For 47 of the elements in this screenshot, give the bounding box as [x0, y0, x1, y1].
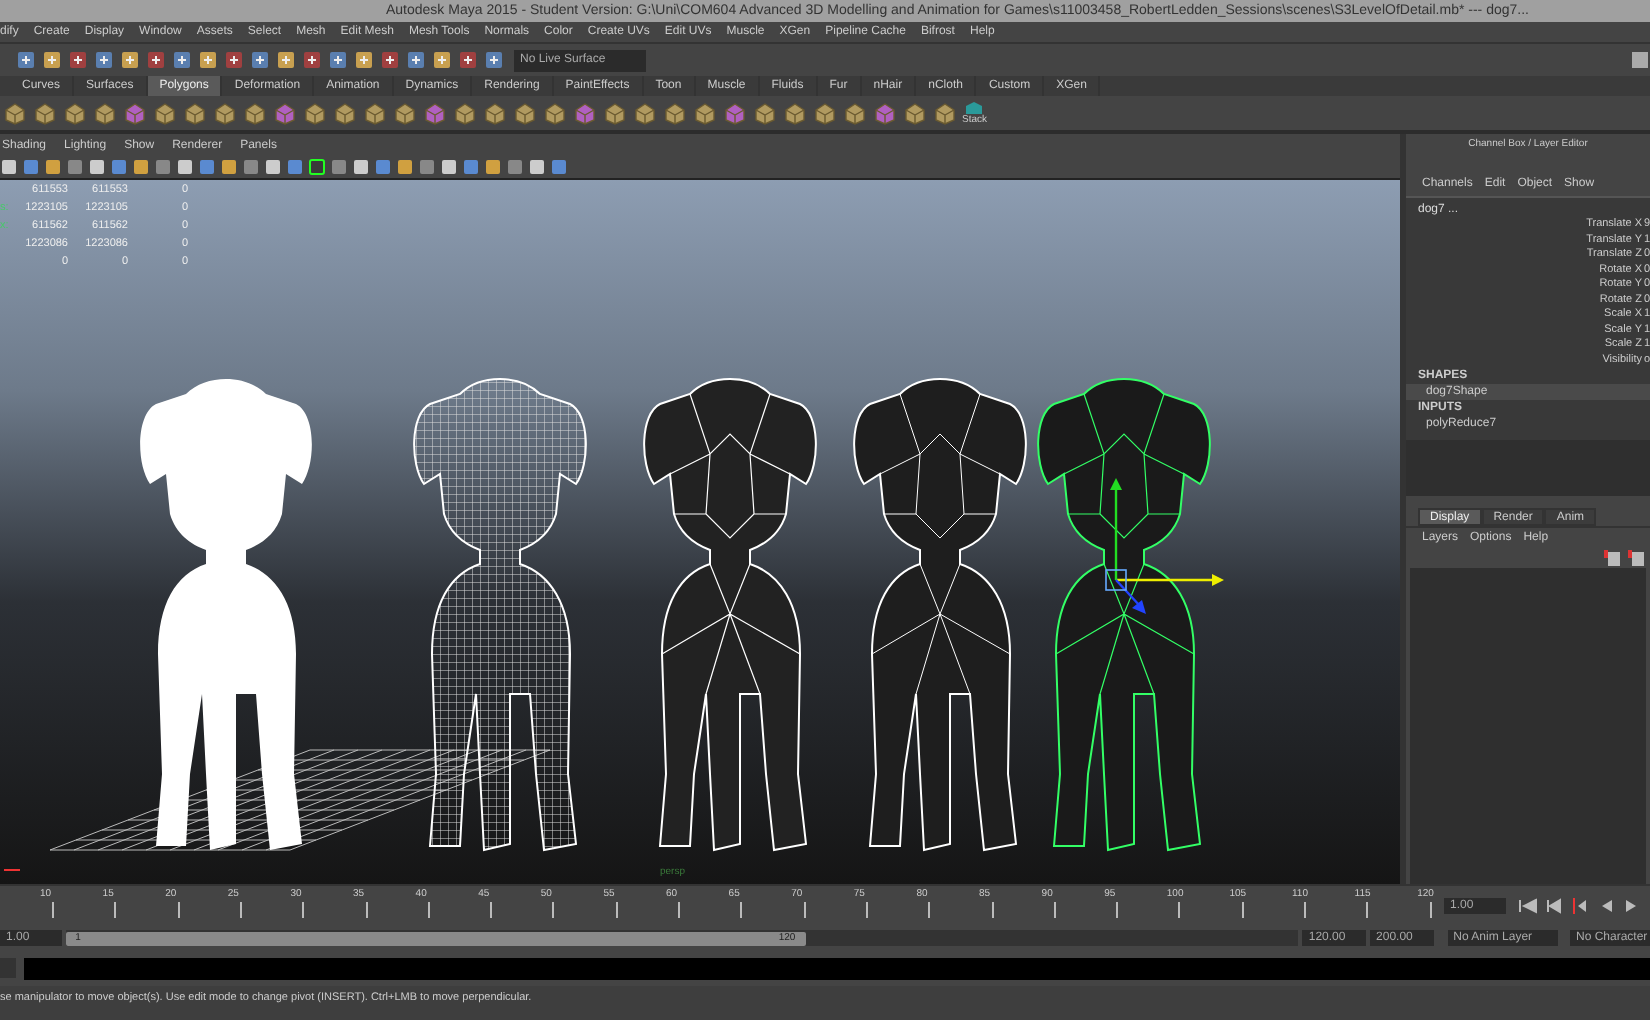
shaded-dog-model[interactable] — [140, 379, 312, 850]
polygon-tool-icon[interactable] — [122, 100, 148, 126]
polygon-tool-icon[interactable] — [482, 100, 508, 126]
polygon-tool-icon[interactable] — [182, 100, 208, 126]
low-poly-dog-model[interactable] — [643, 378, 817, 851]
polygon-tool-icon[interactable] — [332, 100, 358, 126]
wireframe-dog-model[interactable] — [413, 378, 587, 851]
low-poly-dog-model[interactable] — [853, 378, 1027, 851]
step-key-back-icon[interactable] — [1570, 898, 1590, 914]
polygon-tool-icon[interactable] — [512, 100, 538, 126]
polygon-tool-icon[interactable] — [242, 100, 268, 126]
polygon-tool-icon[interactable] — [572, 100, 598, 126]
polygon-tool-icon[interactable] — [722, 100, 748, 126]
axis-indicator — [3, 869, 21, 871]
polygon-tool-icon[interactable] — [302, 100, 328, 126]
step-back-icon[interactable] — [1544, 898, 1564, 914]
polygon-tool-icon[interactable] — [632, 100, 658, 126]
polygon-tool-icon[interactable] — [542, 100, 568, 126]
polygon-tool-icon[interactable] — [452, 100, 478, 126]
selected-dog-model[interactable] — [1037, 378, 1211, 851]
new-layer-icon[interactable] — [1604, 549, 1622, 567]
polygon-tool-icon[interactable] — [272, 100, 298, 126]
polygon-tool-icon[interactable] — [362, 100, 388, 126]
polygon-tool-icon[interactable] — [872, 100, 898, 126]
polygon-tool-icon[interactable] — [932, 100, 958, 126]
polygon-tool-icon[interactable] — [842, 100, 868, 126]
polygon-tool-icon[interactable] — [602, 100, 628, 126]
go-to-start-icon[interactable] — [1518, 898, 1538, 914]
stack-icon — [964, 100, 985, 116]
move-manipulator[interactable] — [1105, 478, 1224, 614]
polygon-tool-icon[interactable] — [152, 100, 178, 126]
polygon-tool-icon[interactable] — [782, 100, 808, 126]
polygon-tool-icon[interactable] — [2, 100, 28, 126]
new-layer-icon[interactable] — [1628, 549, 1646, 567]
polygon-tool-icon[interactable] — [422, 100, 448, 126]
polygon-tool-icon[interactable] — [812, 100, 838, 126]
polygon-tool-icon[interactable] — [692, 100, 718, 126]
polygon-tool-icon[interactable] — [32, 100, 58, 126]
polygon-tool-icon[interactable] — [92, 100, 118, 126]
polygon-tool-icon[interactable] — [902, 100, 928, 126]
polygon-tool-icon[interactable] — [392, 100, 418, 126]
polygon-tool-icon[interactable] — [212, 100, 238, 126]
polygon-tool-icon[interactable] — [62, 100, 88, 126]
polygon-tool-icon[interactable] — [662, 100, 688, 126]
channel-box-toggle-icon[interactable] — [1630, 50, 1650, 70]
polygon-tool-icon[interactable] — [752, 100, 778, 126]
command-line-field[interactable] — [24, 957, 1650, 979]
